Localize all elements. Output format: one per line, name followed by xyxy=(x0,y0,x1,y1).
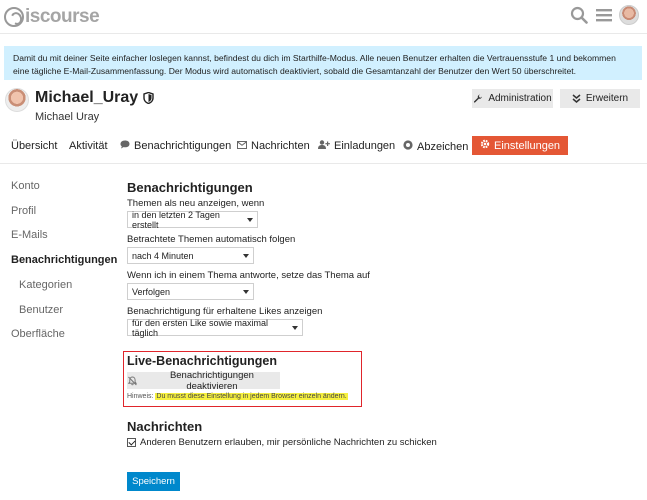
caret-down-icon xyxy=(243,289,249,294)
gear-icon xyxy=(480,139,490,152)
tab-label: Abzeichen xyxy=(417,140,469,153)
sidebar-item-profile[interactable]: Profil xyxy=(11,205,36,217)
select-value: für den ersten Like sowie maximal täglic… xyxy=(132,317,269,338)
discourse-logo-icon xyxy=(4,7,24,27)
auto-track-select[interactable]: nach 4 Minuten xyxy=(127,247,254,264)
bell-slash-icon xyxy=(127,376,138,385)
username: Michael_Uray xyxy=(35,89,139,106)
hint-highlight: Du musst diese Einstellung in jedem Brow… xyxy=(155,393,348,400)
bootstrap-mode-banner: Damit du mit deiner Seite einfacher losl… xyxy=(4,46,642,80)
site-logo[interactable]: iscourse xyxy=(4,4,100,30)
tab-messages[interactable]: Nachrichten xyxy=(237,140,310,152)
shield-icon xyxy=(143,92,154,104)
envelope-icon xyxy=(237,140,247,152)
comment-icon xyxy=(120,140,130,152)
notifications-heading: Benachrichtigungen xyxy=(127,180,253,195)
user-plus-icon xyxy=(318,140,330,152)
tab-label: Aktivität xyxy=(69,140,108,152)
tab-label: Benachrichtigungen xyxy=(134,140,232,152)
sidebar-item-interface[interactable]: Oberfläche xyxy=(11,328,65,340)
sidebar-item-emails[interactable]: E-Mails xyxy=(11,229,48,241)
sidebar-item-account[interactable]: Konto xyxy=(11,180,40,192)
hint-text: Hinweis: Du musst diese Einstellung in j… xyxy=(127,393,348,400)
caret-down-icon xyxy=(243,253,249,258)
administration-button[interactable]: Administration xyxy=(472,89,553,108)
expand-label: Erweitern xyxy=(585,93,629,104)
sidebar-item-users[interactable]: Benutzer xyxy=(19,304,63,316)
username-heading: Michael_Uray xyxy=(35,89,154,107)
new-topics-select[interactable]: in den letzten 2 Tagen erstellt xyxy=(127,209,258,230)
allow-pm-row: Anderen Benutzern erlauben, mir persönli… xyxy=(127,437,437,448)
reply-state-label: Wenn ich in einem Thema antworte, setze … xyxy=(127,270,370,281)
likes-label: Benachrichtigung für erhaltene Likes anz… xyxy=(127,306,323,317)
reply-state-select[interactable]: Verfolgen xyxy=(127,283,254,300)
caret-down-icon xyxy=(247,217,253,222)
save-button[interactable]: Speichern xyxy=(127,472,180,491)
tab-overview[interactable]: Übersicht xyxy=(11,140,57,152)
sidebar-item-categories[interactable]: Kategorien xyxy=(19,279,72,291)
sidebar-item-notifications[interactable]: Benachrichtigungen xyxy=(11,254,117,266)
site-header: iscourse xyxy=(0,0,647,34)
live-notifications-section: Live-Benachrichtigungen Benachrichtigung… xyxy=(123,351,362,407)
full-name: Michael Uray xyxy=(35,111,100,123)
select-value: Verfolgen xyxy=(132,286,171,297)
tab-label: Einstellungen xyxy=(494,139,561,152)
logo-text: iscourse xyxy=(25,6,100,27)
double-chevron-down-icon xyxy=(572,94,581,103)
select-value: in den letzten 2 Tagen erstellt xyxy=(132,209,220,230)
tab-invites[interactable]: Einladungen xyxy=(318,140,395,152)
user-avatar xyxy=(5,88,29,112)
tab-label: Einladungen xyxy=(334,140,396,152)
tab-label: Nachrichten xyxy=(251,140,310,152)
new-topics-label: Themen als neu anzeigen, wenn xyxy=(127,198,265,209)
hint-prefix: Hinweis: xyxy=(127,393,154,400)
live-notifications-heading: Live-Benachrichtigungen xyxy=(127,354,278,368)
tab-label: Übersicht xyxy=(11,140,58,152)
disable-notifications-label: Benachrichtigungen deaktivieren xyxy=(169,369,254,392)
tab-notifications[interactable]: Benachrichtigungen xyxy=(120,140,231,152)
search-icon[interactable] xyxy=(570,6,588,24)
header-avatar[interactable] xyxy=(619,5,639,25)
tab-badges[interactable]: Abzeichen xyxy=(403,140,468,153)
certificate-icon xyxy=(403,140,413,153)
auto-track-label: Betrachtete Themen automatisch folgen xyxy=(127,234,296,245)
administration-label: Administration xyxy=(488,93,552,104)
disable-notifications-button[interactable]: Benachrichtigungen deaktivieren xyxy=(127,369,280,392)
hamburger-menu-icon[interactable] xyxy=(596,6,612,24)
wrench-icon xyxy=(474,94,483,102)
tab-preferences[interactable]: Einstellungen xyxy=(472,136,569,155)
allow-pm-checkbox[interactable] xyxy=(127,438,136,447)
select-value: nach 4 Minuten xyxy=(132,250,194,261)
caret-down-icon xyxy=(292,325,298,330)
allow-pm-label: Anderen Benutzern erlauben, mir persönli… xyxy=(140,437,437,448)
expand-button[interactable]: Erweitern xyxy=(560,89,640,108)
likes-select[interactable]: für den ersten Like sowie maximal täglic… xyxy=(127,317,303,338)
tab-activity[interactable]: Aktivität xyxy=(69,140,108,152)
user-nav-tabs: Übersicht Aktivität Benachrichtigungen N… xyxy=(0,131,647,164)
messages-heading: Nachrichten xyxy=(127,419,203,434)
